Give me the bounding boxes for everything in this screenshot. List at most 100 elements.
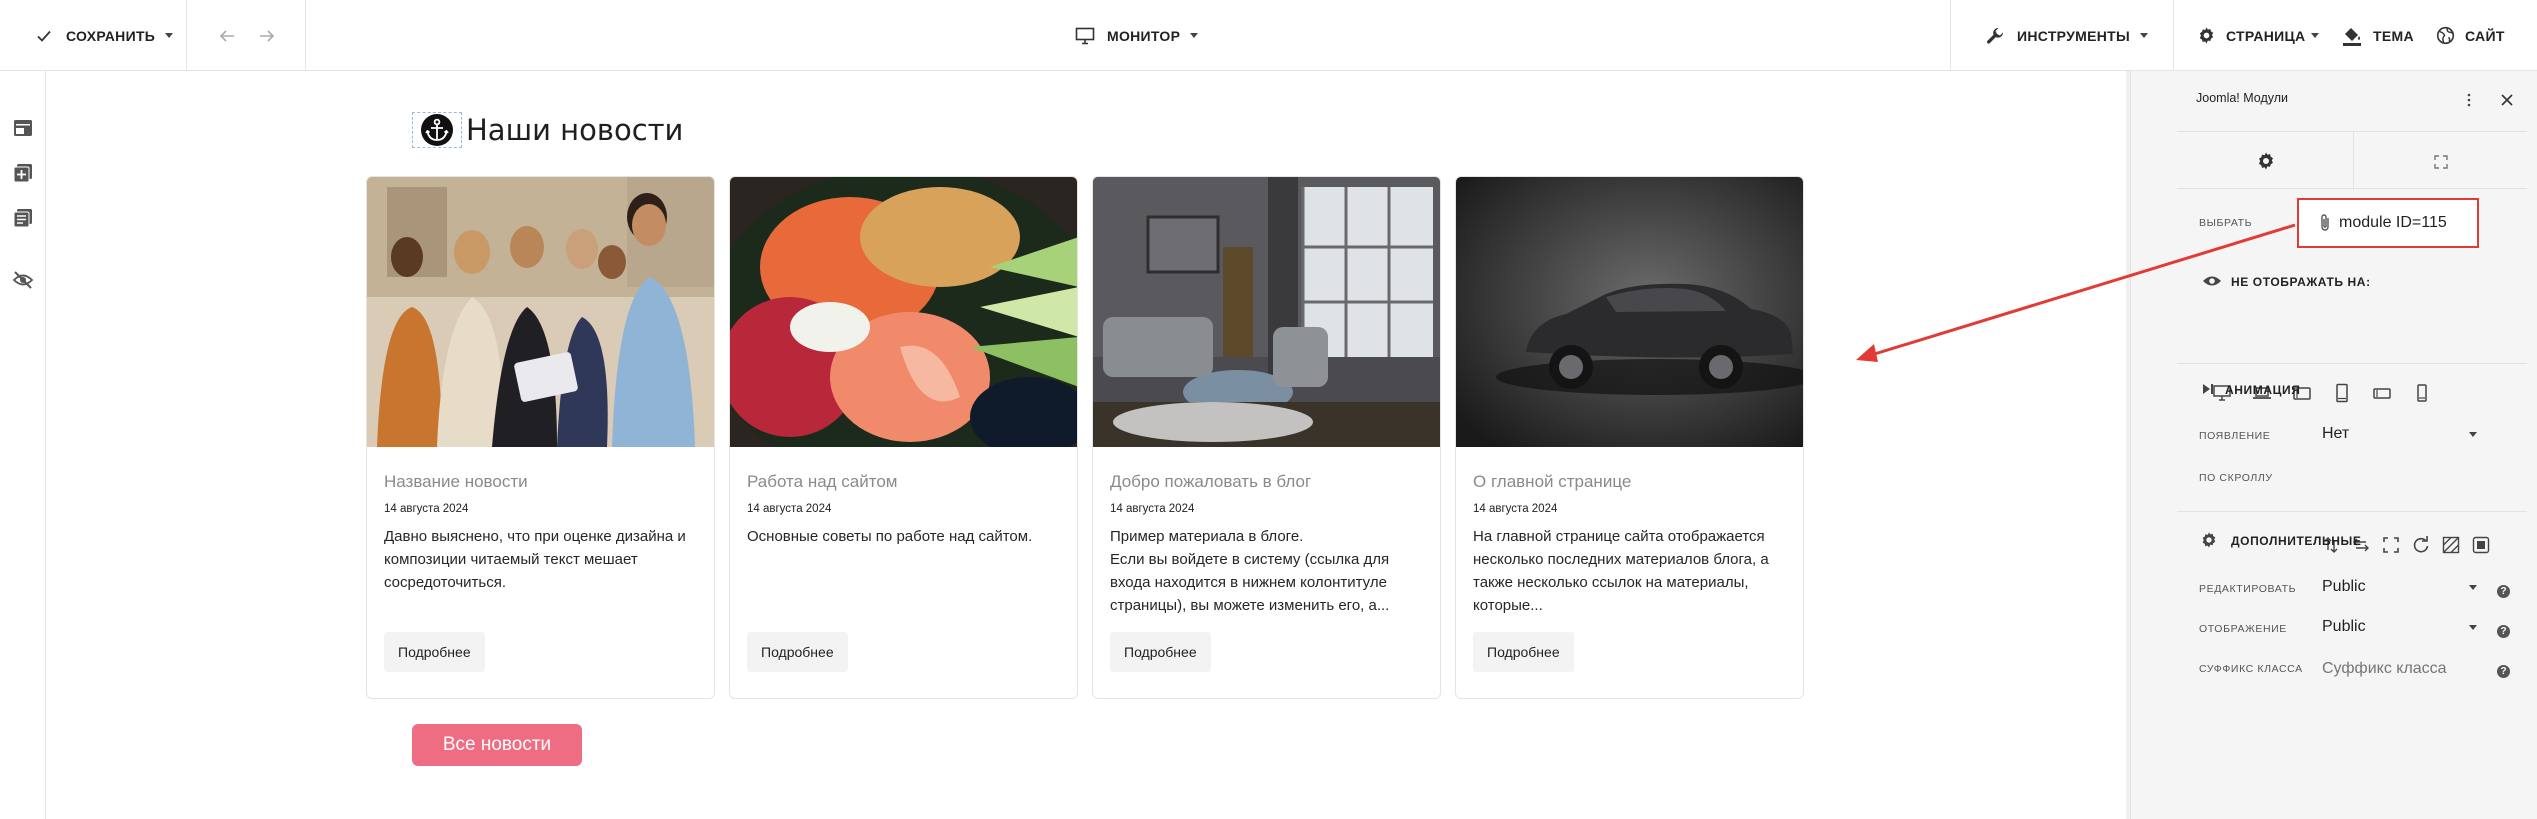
theme-label: ТЕМА (2373, 27, 2414, 44)
gear-icon (2199, 27, 2214, 44)
chevron-down-icon (2469, 624, 2477, 630)
divider (1950, 0, 1951, 71)
close-icon[interactable] (2501, 94, 2513, 106)
divider (186, 0, 187, 71)
divider (2353, 132, 2354, 190)
news-card: О главной странице 14 августа 2024 На гл… (1455, 176, 1804, 699)
class-suffix-label: СУФФИКС КЛАССА (2199, 663, 2303, 675)
edit-value: Public (2322, 578, 2366, 595)
device-monitor-dropdown[interactable]: МОНИТОР (1075, 0, 1199, 71)
card-date: 14 августа 2024 (1473, 503, 1558, 515)
divider (305, 0, 306, 71)
divider (2173, 0, 2174, 71)
eye-off-icon[interactable] (12, 269, 34, 291)
appearance-select[interactable]: Нет (2322, 425, 2477, 443)
module-value: module ID=115 (2339, 214, 2447, 231)
card-text: Давно выяснено, что при оценке дизайна и… (384, 528, 686, 591)
left-tool-rail (0, 71, 46, 819)
paperclip-icon (2321, 214, 2329, 231)
site-label: САЙТ (2465, 27, 2505, 44)
arrow-left-icon (219, 29, 234, 42)
library-icon[interactable] (12, 207, 34, 229)
news-card: Добро пожаловать в блог 14 августа 2024 … (1092, 176, 1441, 699)
people-with-tablet-photo[interactable] (367, 177, 714, 447)
chevron-down-icon[interactable] (165, 33, 174, 38)
save-label: СОХРАНИТЬ (66, 27, 156, 44)
card-date: 14 августа 2024 (1110, 503, 1195, 515)
site-button[interactable]: САЙТ (2436, 0, 2505, 71)
read-more-button[interactable]: Подробнее (384, 632, 485, 672)
add-element-icon[interactable] (12, 162, 34, 184)
help-icon[interactable]: ? (2497, 665, 2510, 678)
page-settings-dropdown[interactable]: СТРАНИЦА (2197, 0, 2320, 71)
on-scroll-label: ПО СКРОЛЛУ (2199, 472, 2273, 484)
gear-icon[interactable] (2256, 151, 2276, 171)
animation-label: АНИМАЦИЯ (2225, 383, 2301, 397)
card-date: 14 августа 2024 (747, 503, 832, 515)
car-photo[interactable] (1456, 177, 1803, 447)
monitor-label: МОНИТОР (1107, 27, 1181, 44)
panel-tabs (2177, 131, 2527, 190)
card-text: На главной странице сайта отображается н… (1473, 528, 1769, 614)
arrow-right-icon (260, 29, 275, 42)
anchor-icon (421, 114, 453, 146)
chevron-down-icon (1190, 33, 1199, 38)
layout-icon[interactable] (12, 117, 34, 139)
rotate-icon[interactable] (2412, 536, 2430, 554)
chevron-down-icon (2140, 33, 2149, 38)
display-value: Public (2322, 618, 2366, 635)
globe-icon (2436, 26, 2455, 45)
panel-title: Joomla! Модули (2196, 91, 2289, 105)
news-heading: Наши новости (412, 111, 683, 149)
divider (2177, 511, 2527, 512)
phone-landscape-icon[interactable] (2372, 383, 2392, 403)
additional-label: ДОПОЛНИТЕЛЬНЫЕ (2231, 534, 2362, 548)
scale-icon[interactable] (2382, 536, 2400, 554)
all-news-button[interactable]: Все новости (412, 724, 582, 766)
card-title[interactable]: О главной странице (1473, 472, 1631, 492)
wrench-icon (1987, 27, 2004, 44)
card-date: 14 августа 2024 (384, 503, 469, 515)
top-toolbar: СОХРАНИТЬ МОНИТОР ИНСТРУМЕНТЫ СТРАНИЦА Т… (0, 0, 2537, 71)
living-room-photo[interactable] (1093, 177, 1440, 447)
help-icon[interactable]: ? (2497, 585, 2510, 598)
save-button[interactable]: СОХРАНИТЬ (36, 0, 174, 71)
redo-button[interactable] (258, 0, 276, 71)
display-access-select[interactable]: Public (2322, 618, 2477, 636)
page-label: СТРАНИЦА (2226, 27, 2306, 44)
more-vertical-icon[interactable] (2466, 93, 2472, 107)
phone-portrait-icon[interactable] (2412, 383, 2432, 403)
card-title[interactable]: Название новости (384, 472, 528, 492)
news-card: Название новости 14 августа 2024 Давно в… (366, 176, 715, 699)
help-icon[interactable]: ? (2497, 625, 2510, 638)
gear-icon (2202, 532, 2216, 548)
paint-bucket-icon (2343, 27, 2361, 46)
tools-dropdown[interactable]: ИНСТРУМЕНТЫ (1985, 0, 2149, 71)
theme-button[interactable]: ТЕМА (2341, 0, 2414, 71)
read-more-button[interactable]: Подробнее (1110, 632, 1211, 672)
card-title[interactable]: Добро пожаловать в блог (1110, 472, 1311, 492)
chevron-down-icon (2469, 431, 2477, 437)
undo-button[interactable] (218, 0, 236, 71)
opacity-icon[interactable] (2442, 536, 2460, 554)
module-select-field[interactable]: module ID=115 (2297, 198, 2479, 248)
chevron-down-icon (2469, 584, 2477, 590)
monitor-icon (1075, 27, 1095, 44)
anchor-icon-box[interactable] (412, 112, 462, 148)
check-icon (37, 30, 51, 42)
display-label: ОТОБРАЖЕНИЕ (2199, 623, 2287, 635)
fullscreen-icon[interactable] (2434, 155, 2448, 169)
class-suffix-input[interactable] (2322, 656, 2482, 682)
read-more-button[interactable]: Подробнее (1473, 632, 1574, 672)
card-text: Пример материала в блоге. Если вы войдет… (1110, 528, 1390, 614)
tablet-portrait-icon[interactable] (2332, 383, 2352, 403)
page-canvas: Наши новости Название новости 14 августа… (46, 71, 2126, 819)
sushi-photo[interactable] (730, 177, 1077, 447)
edit-label: РЕДАКТИРОВАТЬ (2199, 583, 2297, 595)
edit-access-select[interactable]: Public (2322, 578, 2477, 596)
section-title: Наши новости (466, 113, 684, 147)
blur-icon[interactable] (2472, 536, 2490, 554)
tools-label: ИНСТРУМЕНТЫ (2017, 27, 2131, 44)
card-title[interactable]: Работа над сайтом (747, 472, 898, 492)
read-more-button[interactable]: Подробнее (747, 632, 848, 672)
